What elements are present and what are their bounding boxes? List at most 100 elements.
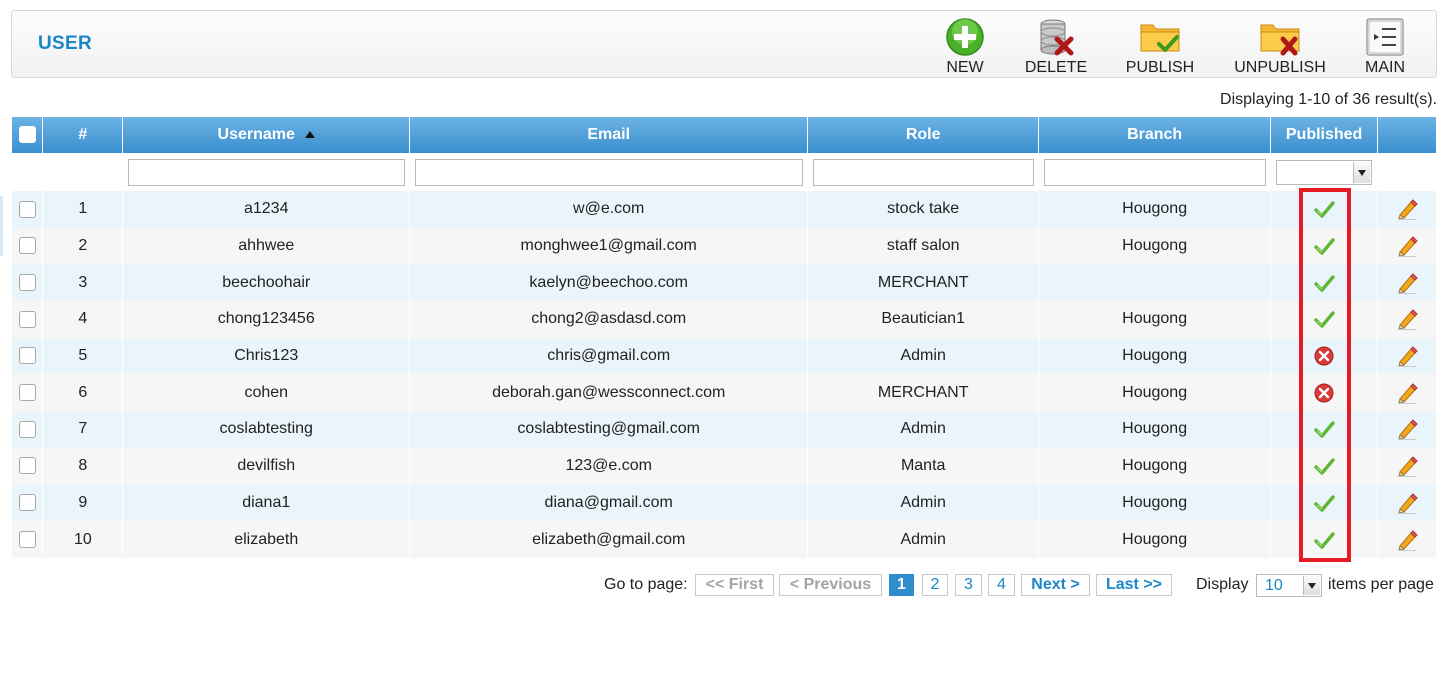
table-row[interactable]: 8 devilfish 123@e.com Manta Hougong [12,447,1437,485]
row-published-toggle[interactable] [1270,374,1379,412]
next-page-button[interactable]: Next > [1021,574,1090,596]
publish-label: PUBLISH [1125,59,1195,76]
pencil-icon [1398,273,1418,294]
row-branch: Hougong [1038,521,1272,558]
row-checkbox[interactable] [18,310,36,328]
plus-circle-icon [946,18,984,56]
table-row[interactable]: 2 ahhwee monghwee1@gmail.com staff salon Hou… [12,227,1437,265]
row-edit-button[interactable] [1377,227,1437,265]
goto-label: Go to page: [604,576,688,593]
row-select-cell [12,191,44,228]
row-checkbox[interactable] [18,420,36,438]
column-header-published[interactable]: Published [1270,117,1379,153]
user-table: # Username Email Role Branch Published 1… [12,117,1437,558]
first-page-button[interactable]: << First [695,574,774,596]
row-edit-button[interactable] [1377,411,1437,448]
row-published-toggle[interactable] [1270,227,1379,265]
last-page-button[interactable]: Last >> [1096,574,1172,596]
new-button[interactable]: NEW [930,15,1000,77]
row-role: MERCHANT [807,264,1040,302]
row-username: Chris123 [122,337,411,375]
unpublish-label: UNPUBLISH [1234,59,1326,76]
row-published-toggle[interactable] [1270,264,1379,302]
branch-filter-input[interactable] [1043,158,1266,186]
items-per-page-select[interactable]: 10 [1256,574,1322,597]
page-4-button[interactable]: 4 [988,574,1015,596]
row-edit-button[interactable] [1377,191,1437,228]
row-index: 4 [42,301,124,338]
row-role: Admin [807,521,1040,558]
row-published-toggle[interactable] [1270,411,1379,448]
table-row[interactable]: 7 coslabtesting coslabtesting@gmail.com Adm… [12,411,1437,448]
row-checkbox[interactable] [18,200,36,218]
row-edit-button[interactable] [1377,521,1437,558]
delete-button[interactable]: DELETE [1018,15,1094,77]
row-published-toggle[interactable] [1270,301,1379,338]
page-1-button[interactable]: 1 [889,574,914,596]
checkmark-icon [1314,238,1335,255]
table-row[interactable]: 6 cohen deborah.gan@wessconnect.com MERCHAN… [12,374,1437,412]
publish-button[interactable]: PUBLISH [1122,15,1198,77]
column-header-branch[interactable]: Branch [1038,117,1272,153]
previous-page-button[interactable]: < Previous [779,574,882,596]
table-row[interactable]: 9 diana1 diana@gmail.com Admin Hougong [12,484,1437,522]
email-filter-input[interactable] [414,158,803,186]
row-select-cell [12,264,44,302]
filter-cell-actions [1377,153,1437,191]
row-checkbox[interactable] [18,237,36,255]
row-edit-button[interactable] [1377,264,1437,302]
select-all-checkbox[interactable] [18,126,36,144]
row-role: stock take [807,191,1040,228]
row-edit-button[interactable] [1377,374,1437,412]
filter-cell-username [122,153,411,191]
table-row[interactable]: 4 chong123456 chong2@asdasd.com Beautician1… [12,301,1437,338]
pencil-icon [1398,199,1418,221]
row-checkbox[interactable] [18,347,36,365]
database-delete-icon [1040,19,1074,56]
row-branch: Hougong [1038,447,1272,485]
chevron-down-icon [1303,576,1320,595]
username-filter-input[interactable] [127,158,405,186]
sort-ascending-icon [304,131,315,139]
row-checkbox[interactable] [18,530,36,548]
row-edit-button[interactable] [1377,301,1437,338]
checkmark-icon [1314,531,1335,549]
row-select-cell [12,374,44,412]
row-checkbox[interactable] [18,273,36,291]
row-checkbox[interactable] [18,384,36,402]
main-button[interactable]: MAIN [1356,15,1414,77]
row-select-cell [12,301,44,338]
column-header-actions [1377,117,1437,153]
row-checkbox[interactable] [18,494,36,512]
unpublish-button[interactable]: UNPUBLISH [1230,15,1330,77]
page-3-button[interactable]: 3 [955,574,982,596]
row-username: ahhwee [122,227,411,265]
page-2-button[interactable]: 2 [922,574,948,596]
column-header-role[interactable]: Role [807,117,1040,153]
row-checkbox[interactable] [18,457,36,475]
pencil-icon [1398,236,1418,258]
items-per-page-value: 10 [1265,577,1283,594]
row-published-toggle[interactable] [1270,447,1379,485]
table-row[interactable]: 1 a1234 w@e.com stock take Hougong [12,191,1437,228]
column-header-username[interactable]: Username [122,117,411,153]
published-filter-select[interactable] [1276,159,1373,185]
row-published-toggle[interactable] [1270,521,1379,558]
table-row[interactable]: 5 Chris123 chris@gmail.com Admin Hougong [12,337,1437,375]
pagination: Go to page: << First < Previous 1 2 3 4 … [0,572,1450,598]
row-edit-button[interactable] [1377,447,1437,485]
row-edit-button[interactable] [1377,337,1437,375]
row-published-toggle[interactable] [1270,191,1379,228]
row-branch: Hougong [1038,191,1272,228]
table-row[interactable]: 3 beechoohair kaelyn@beechoo.com MERCHANT [12,264,1437,302]
page-title: USER [38,33,92,54]
row-published-toggle[interactable] [1270,337,1379,375]
table-row[interactable]: 10 elizabeth elizabeth@gmail.com Admin Hougo… [12,521,1437,558]
role-filter-input[interactable] [812,158,1034,186]
row-edit-button[interactable] [1377,484,1437,522]
row-username: devilfish [122,447,411,485]
row-index: 8 [42,447,124,485]
row-username: chong123456 [122,301,411,338]
column-header-email[interactable]: Email [409,117,809,153]
row-published-toggle[interactable] [1270,484,1379,522]
